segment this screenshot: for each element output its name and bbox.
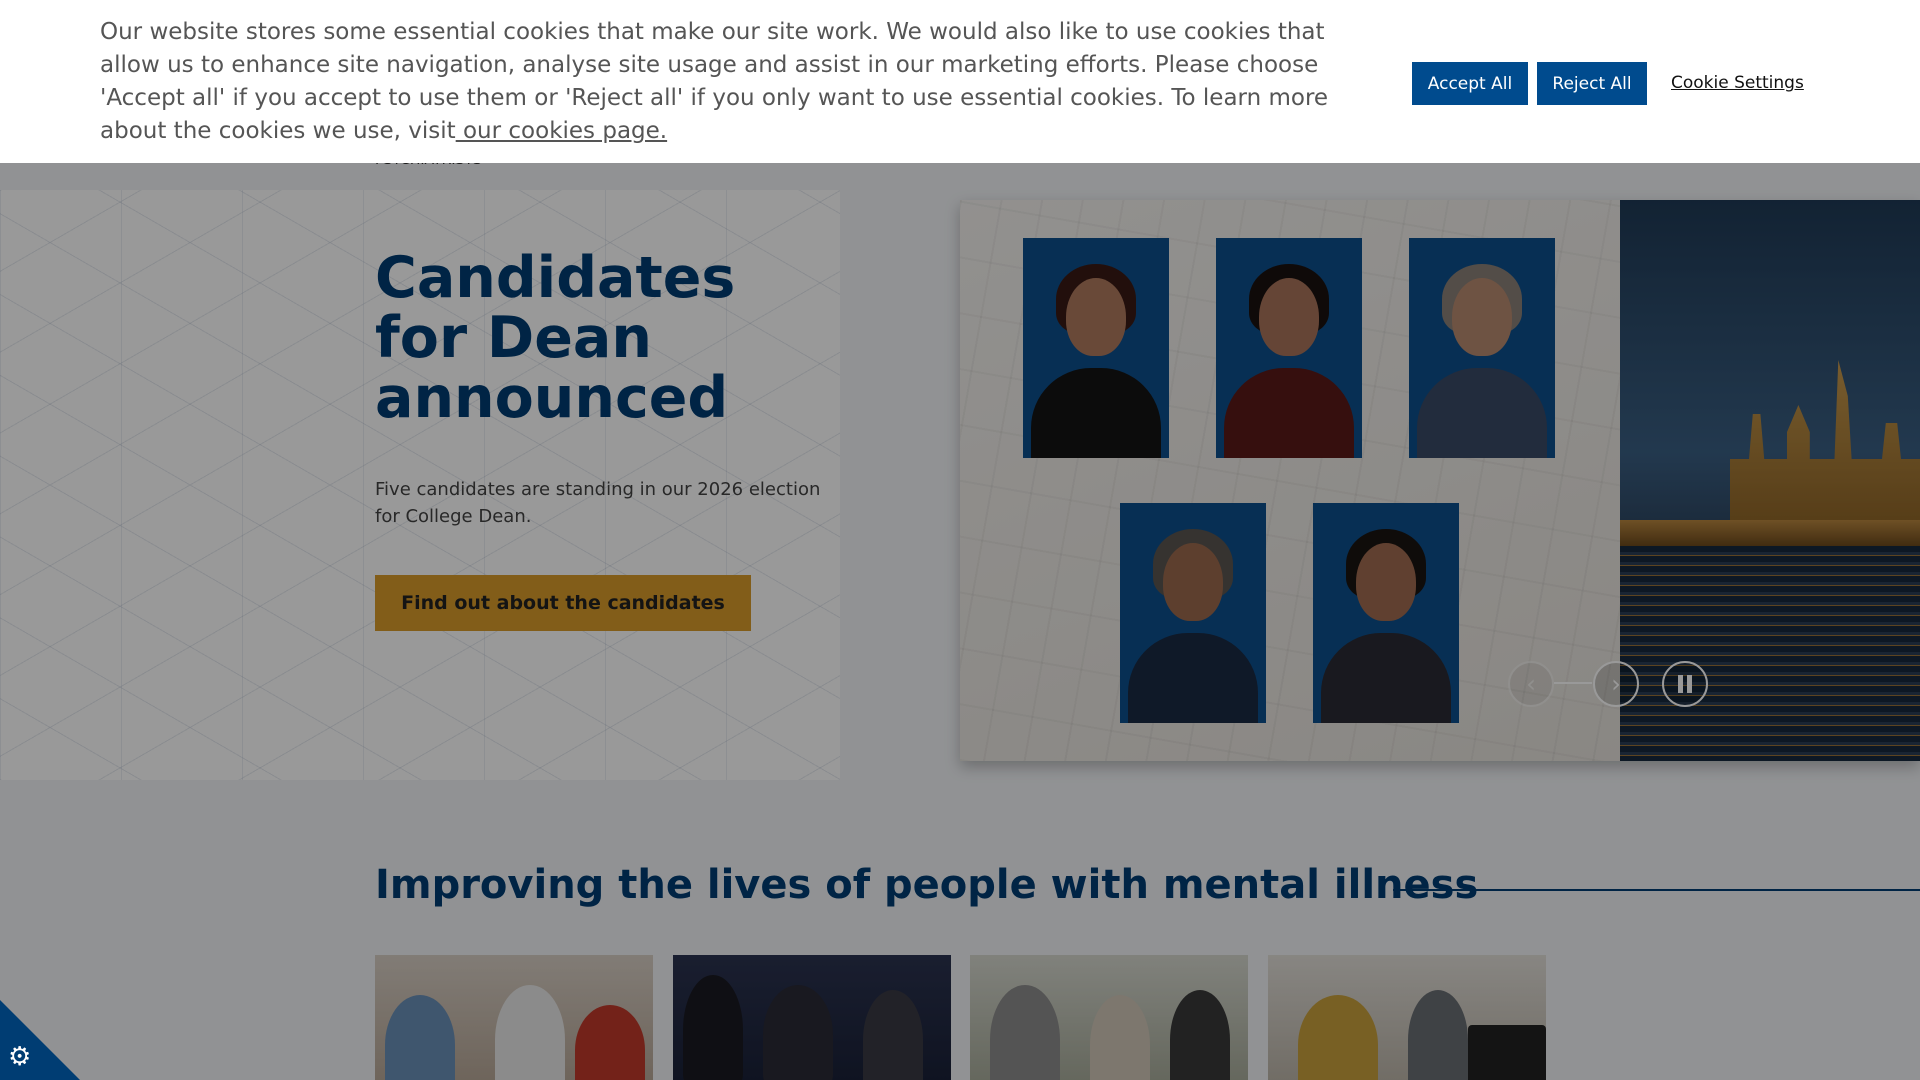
cookie-message: Our website stores some essential cookie… [100, 19, 1329, 144]
accept-all-button[interactable]: Accept All [1412, 62, 1528, 105]
cookie-banner: Our website stores some essential cookie… [0, 0, 1920, 163]
gear-icon: ⚙ [8, 1042, 32, 1072]
reject-all-button[interactable]: Reject All [1537, 62, 1647, 105]
cookies-page-link[interactable]: our cookies page. [456, 118, 667, 144]
cookie-banner-text: Our website stores some essential cookie… [100, 16, 1390, 148]
cookie-settings-link[interactable]: Cookie Settings [1671, 73, 1804, 93]
